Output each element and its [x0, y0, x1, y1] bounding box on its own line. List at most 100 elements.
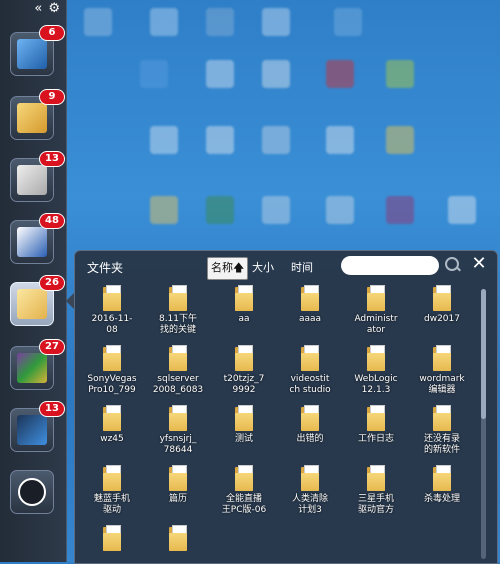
- folder-item[interactable]: 人类清除 计划3: [277, 465, 343, 516]
- folder-item[interactable]: 2016-11- 08: [79, 285, 145, 336]
- dock-item-settings[interactable]: 13: [10, 151, 65, 202]
- folder-icon: [103, 405, 121, 431]
- folder-label: 全能直播 王PC版-06: [221, 494, 267, 515]
- folder-item[interactable]: 三星手机 驱动官方: [343, 465, 409, 516]
- folder-label: videostit ch studio: [289, 374, 331, 395]
- sort-by-name-button[interactable]: 名称🡅: [207, 257, 249, 280]
- folder-icon: [169, 345, 187, 371]
- desktop-ghost-icon: [262, 126, 290, 154]
- folder-icon: [103, 345, 121, 371]
- desktop-ghost-icon: [448, 196, 476, 224]
- dock-badge: 13: [39, 401, 65, 417]
- desktop-ghost-icon: [262, 60, 290, 88]
- desktop-ghost-icon: [140, 60, 168, 88]
- folder-icon: [301, 285, 319, 311]
- folder-icon: [103, 525, 121, 551]
- folder-item[interactable]: 还没有录 的新软件: [409, 405, 475, 456]
- media-player-icon: [17, 415, 47, 445]
- sort-name-label: 名称: [211, 261, 233, 274]
- scrollbar-thumb[interactable]: [481, 289, 486, 419]
- folder-icon: [169, 285, 187, 311]
- dock-item-media[interactable]: 13: [10, 401, 65, 452]
- sort-by-time-button[interactable]: 时间: [288, 258, 316, 276]
- folder-item[interactable]: 测试: [211, 405, 277, 445]
- desktop-ghost-icon: [84, 8, 112, 36]
- computer-icon: [17, 39, 47, 69]
- folder-item[interactable]: aaaa: [277, 285, 343, 325]
- folder-item[interactable]: wordmark 编辑器: [409, 345, 475, 396]
- folder-item[interactable]: yfsnsjrj_ 78644: [145, 405, 211, 456]
- folder-icon: [367, 345, 385, 371]
- scrollbar[interactable]: [481, 289, 486, 559]
- folder-item[interactable]: videostit ch studio: [277, 345, 343, 396]
- desktop-ghost-icon: [206, 126, 234, 154]
- collapse-icon[interactable]: «: [34, 1, 42, 16]
- desktop-ghost-icon: [150, 8, 178, 36]
- folder-label: 魅蓝手机 驱动: [93, 494, 130, 515]
- folder-icon: [235, 345, 253, 371]
- folder-item[interactable]: sqlserver 2008_6083: [145, 345, 211, 396]
- folder-label: yfsnsjrj_ 78644: [159, 434, 197, 455]
- dock-badge: 26: [39, 275, 65, 291]
- folder-popup: 文件夹 名称🡅 大小 时间 ✕ 2016-11- 08 8.11下午 找的关键 aa…: [74, 250, 498, 564]
- dock-item-computer[interactable]: 6: [10, 25, 65, 76]
- close-icon[interactable]: ✕: [469, 254, 489, 274]
- folder-item[interactable]: 魅蓝手机 驱动: [79, 465, 145, 516]
- dock-badge: 9: [39, 89, 65, 105]
- desktop-ghost-icon: [326, 196, 354, 224]
- folder-item[interactable]: [145, 525, 211, 554]
- folder-label: WebLogic 12.1.3: [354, 374, 398, 395]
- folder-label: dw2017: [424, 314, 460, 324]
- folder-item[interactable]: WebLogic 12.1.3: [343, 345, 409, 396]
- sort-by-size-button[interactable]: 大小: [249, 258, 277, 276]
- folder-label: 工作日志: [357, 434, 394, 444]
- popup-header: 文件夹 名称🡅 大小 时间 ✕: [75, 251, 497, 281]
- folder-item[interactable]: t20tzjz_7 9992: [211, 345, 277, 396]
- sort-up-arrow-icon: 🡅: [233, 261, 245, 274]
- folder-icon: [301, 345, 319, 371]
- folder-item[interactable]: [79, 525, 145, 554]
- dock-item-folders[interactable]: 26: [10, 275, 65, 326]
- folder-item[interactable]: Administr ator: [343, 285, 409, 336]
- gear-icon[interactable]: ⚙: [48, 1, 60, 16]
- folder-label: 还没有录 的新软件: [423, 434, 460, 455]
- folder-label: t20tzjz_7 9992: [223, 374, 265, 395]
- desktop-ghost-icon: [386, 126, 414, 154]
- search-icon[interactable]: [445, 257, 459, 271]
- dock-item-shortcuts[interactable]: 9: [10, 89, 65, 140]
- dock-badge: 48: [39, 213, 65, 229]
- folder-item[interactable]: 篇历: [145, 465, 211, 505]
- desktop-ghost-icon: [386, 196, 414, 224]
- folder-icon: [301, 405, 319, 431]
- folder-item[interactable]: 8.11下午 找的关键: [145, 285, 211, 336]
- folder-item[interactable]: wz45: [79, 405, 145, 445]
- search-input[interactable]: [341, 256, 439, 275]
- folder-item[interactable]: 全能直播 王PC版-06: [211, 465, 277, 516]
- popup-title: 文件夹: [87, 261, 124, 275]
- dock-toolbar: « ⚙: [0, 0, 66, 16]
- folder-item[interactable]: 杀毒处理: [409, 465, 475, 505]
- folder-label: 8.11下午 找的关键: [158, 314, 198, 335]
- folder-icon: [433, 465, 451, 491]
- folder-item[interactable]: aa: [211, 285, 277, 325]
- folder-icon: [103, 465, 121, 491]
- word-document-icon: [17, 227, 47, 257]
- folder-label: 杀毒处理: [423, 494, 460, 504]
- dock-badge: 6: [39, 25, 65, 41]
- folder-label: 2016-11- 08: [91, 314, 133, 335]
- folder-item[interactable]: SonyVegas Pro10_799: [79, 345, 145, 396]
- folder-item[interactable]: 出错的: [277, 405, 343, 445]
- dock-item-documents[interactable]: 48: [10, 213, 65, 264]
- folder-item[interactable]: 工作日志: [343, 405, 409, 445]
- folder-label: aaaa: [298, 314, 322, 324]
- folder-grid: 2016-11- 08 8.11下午 找的关键 aa aaaa Administr at…: [75, 285, 485, 563]
- folder-label: 测试: [234, 434, 253, 444]
- dock-item-archives[interactable]: 27: [10, 339, 65, 390]
- dock-item-restore[interactable]: [10, 470, 54, 514]
- dock-badge: 27: [39, 339, 65, 355]
- restore-icon: [18, 478, 46, 506]
- folder-label: Administr ator: [354, 314, 398, 335]
- folder-item[interactable]: dw2017: [409, 285, 475, 325]
- folder-icon: [367, 405, 385, 431]
- desktop-ghost-icon: [150, 196, 178, 224]
